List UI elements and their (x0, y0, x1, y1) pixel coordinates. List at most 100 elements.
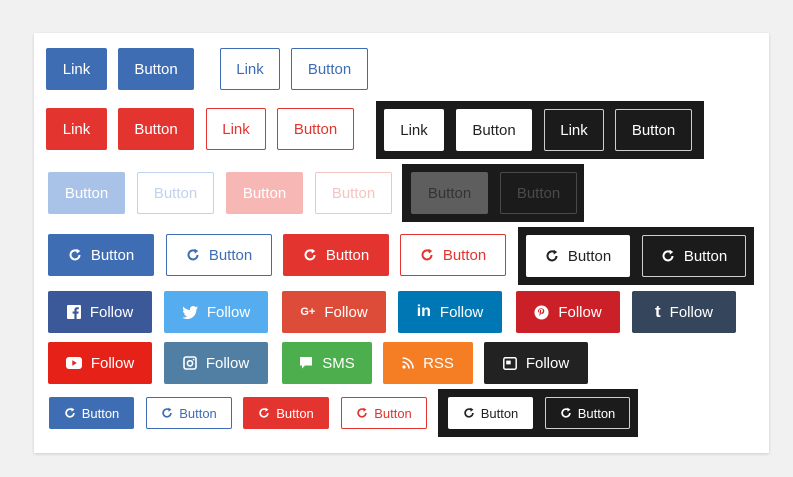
refresh-icon (64, 407, 76, 419)
button-danger[interactable]: Button (118, 108, 194, 150)
button-label: Follow (89, 303, 134, 321)
button-label: Button (683, 247, 728, 265)
button-gray-disabled[interactable]: Button (411, 172, 488, 214)
button-label: Button (153, 184, 198, 202)
youtube-icon (65, 357, 82, 369)
refresh-icon (303, 248, 317, 262)
instagram-follow-button[interactable]: Follow (164, 342, 268, 384)
link-label: Link (62, 60, 91, 78)
button-label: Button (293, 120, 338, 138)
button-label: Button (472, 121, 516, 139)
button-label: Follow (206, 303, 251, 321)
button-label: Button (64, 184, 109, 202)
button-dark[interactable]: Button (615, 109, 692, 151)
refresh-button-outline[interactable]: Button (166, 234, 272, 276)
button-label: Button (307, 60, 352, 78)
linkedin-follow-button[interactable]: in Follow (398, 291, 502, 333)
terminal-follow-button[interactable]: Follow (484, 342, 588, 384)
refresh-icon (258, 407, 270, 419)
rss-icon (402, 357, 414, 369)
small-refresh-button-light[interactable]: Button (448, 397, 533, 429)
refresh-icon (463, 407, 475, 419)
twitter-follow-button[interactable]: Follow (164, 291, 268, 333)
button-primary[interactable]: Button (118, 48, 194, 90)
link-button-dark[interactable]: Link (544, 109, 604, 151)
refresh-button-dark[interactable]: Button (642, 235, 746, 277)
refresh-icon (68, 248, 82, 262)
button-label: Button (480, 405, 519, 421)
button-label: Button (208, 246, 253, 264)
button-label: Button (331, 184, 376, 202)
tumblr-follow-button[interactable]: t Follow (632, 291, 736, 333)
button-light[interactable]: Button (456, 109, 532, 151)
linkedin-icon: in (416, 303, 431, 320)
button-label: Button (134, 60, 178, 78)
refresh-button-primary[interactable]: Button (48, 234, 154, 276)
refresh-icon (186, 248, 200, 262)
small-refresh-button-danger[interactable]: Button (243, 397, 329, 429)
link-label: Link (400, 121, 428, 139)
button-label: Button (577, 405, 616, 421)
button-label: Follow (324, 303, 368, 321)
button-label: Button (81, 405, 120, 421)
link-label: Link (236, 60, 264, 78)
refresh-icon (161, 407, 173, 419)
link-button-light[interactable]: Link (384, 109, 444, 151)
link-label: Link (62, 120, 91, 138)
small-refresh-button-primary[interactable]: Button (49, 397, 134, 429)
small-refresh-button-dark[interactable]: Button (545, 397, 630, 429)
refresh-icon (661, 249, 675, 263)
link-label: Link (222, 120, 250, 138)
facebook-icon (66, 305, 81, 319)
button-label: Button (442, 246, 487, 264)
link-button-primary[interactable]: Link (46, 48, 107, 90)
button-label: SMS (322, 354, 355, 372)
button-dark-disabled[interactable]: Button (500, 172, 577, 214)
button-outline[interactable]: Button (291, 48, 368, 90)
button-label: Button (374, 405, 412, 421)
google-plus-follow-button[interactable]: G+ Follow (282, 291, 386, 333)
pinterest-follow-button[interactable]: Follow (516, 291, 620, 333)
refresh-button-danger[interactable]: Button (283, 234, 389, 276)
button-danger-disabled[interactable]: Button (226, 172, 303, 214)
tumblr-icon: t (654, 302, 661, 321)
button-label: Button (516, 184, 561, 202)
button-label: Follow (205, 354, 250, 372)
button-outline-disabled[interactable]: Button (137, 172, 214, 214)
button-danger-outline-disabled[interactable]: Button (315, 172, 392, 214)
button-label: Button (276, 405, 314, 421)
button-primary-disabled[interactable]: Button (48, 172, 125, 214)
youtube-follow-button[interactable]: Follow (48, 342, 152, 384)
link-button-danger-outline[interactable]: Link (206, 108, 266, 150)
button-label: Follow (525, 354, 570, 372)
button-label: Button (427, 184, 472, 202)
refresh-button-danger-outline[interactable]: Button (400, 234, 506, 276)
button-label: Button (134, 120, 178, 138)
refresh-button-light[interactable]: Button (526, 235, 630, 277)
instagram-icon (183, 356, 197, 370)
button-label: Follow (90, 354, 135, 372)
rss-button[interactable]: RSS (383, 342, 473, 384)
pinterest-icon (534, 304, 549, 320)
button-label: Button (90, 246, 135, 264)
chat-icon (299, 356, 313, 370)
button-label: Button (631, 121, 676, 139)
refresh-icon (420, 248, 434, 262)
link-button-outline[interactable]: Link (220, 48, 280, 90)
button-label: Button (179, 405, 217, 421)
button-label: Follow (558, 303, 602, 321)
twitter-icon (181, 305, 198, 319)
sms-button[interactable]: SMS (282, 342, 372, 384)
small-refresh-button-outline[interactable]: Button (146, 397, 232, 429)
link-button-danger[interactable]: Link (46, 108, 107, 150)
refresh-icon (356, 407, 368, 419)
facebook-follow-button[interactable]: Follow (48, 291, 152, 333)
button-label: RSS (423, 354, 454, 372)
button-danger-outline[interactable]: Button (277, 108, 354, 150)
button-label: Follow (439, 303, 484, 321)
terminal-icon (502, 356, 517, 370)
button-label: Button (242, 184, 287, 202)
link-label: Link (560, 121, 588, 139)
small-refresh-button-danger-outline[interactable]: Button (341, 397, 427, 429)
google-plus-icon: G+ (300, 306, 316, 318)
